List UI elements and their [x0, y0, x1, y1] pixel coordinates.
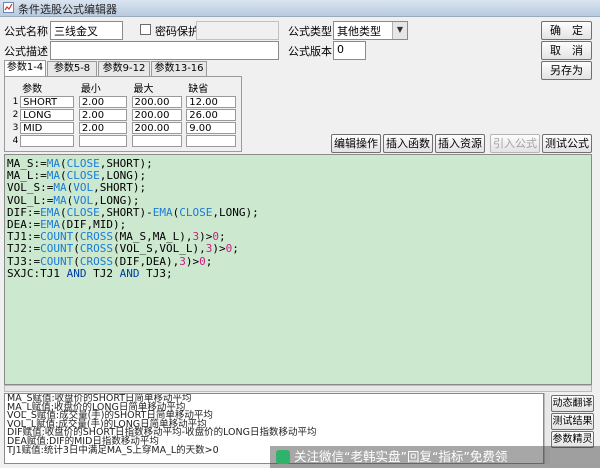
- formula-type-label: 公式类型: [288, 25, 332, 38]
- row-index: 3: [12, 122, 19, 133]
- row-index: 4: [12, 135, 19, 146]
- watermark-banner: 关注微信“老韩实盘”回复“指标”免费领: [270, 446, 600, 468]
- param-max-cell[interactable]: 200.00: [131, 95, 182, 108]
- wechat-icon: [276, 450, 290, 464]
- param-max-cell[interactable]: 200.00: [131, 121, 182, 134]
- param-name-cell[interactable]: SHORT: [20, 95, 75, 108]
- param-min-cell[interactable]: 2.00: [78, 108, 127, 121]
- table-row: 3 MID 2.00 200.00 9.00: [11, 121, 241, 134]
- formula-version-input[interactable]: 0: [333, 41, 366, 60]
- param-panel: 参数 最小 最大 缺省 1 SHORT 2.00 200.00 12.00 2 …: [4, 76, 242, 152]
- formula-desc-input[interactable]: [50, 41, 279, 60]
- test-formula-button[interactable]: 测试公式: [542, 134, 592, 153]
- formula-name-label: 公式名称: [4, 25, 48, 38]
- formula-name-input[interactable]: 三线金叉: [50, 21, 123, 40]
- password-label: 密码保护: [155, 25, 199, 38]
- param-table: 参数 最小 最大 缺省 1 SHORT 2.00 200.00 12.00 2 …: [11, 80, 241, 147]
- table-row: 4: [11, 134, 241, 147]
- param-name-cell[interactable]: MID: [20, 121, 75, 134]
- chevron-down-icon: ▼: [392, 22, 407, 39]
- formula-type-select[interactable]: 其他类型 ▼: [333, 21, 408, 40]
- dynamic-translate-button[interactable]: 动态翻译: [551, 395, 594, 412]
- param-default-cell[interactable]: 26.00: [186, 108, 237, 121]
- param-max-cell[interactable]: [131, 134, 182, 147]
- ok-button[interactable]: 确 定: [541, 21, 592, 40]
- code-line: TJ3:=COUNT(CROSS(DIF,DEA),3)>0;: [7, 254, 213, 268]
- row-index: 1: [12, 96, 19, 107]
- password-input[interactable]: [196, 21, 279, 40]
- param-default-cell[interactable]: 9.00: [186, 121, 237, 134]
- window-title: 条件选股公式编辑器: [18, 3, 117, 16]
- insert-function-button[interactable]: 插入函数: [383, 134, 433, 153]
- param-min-cell[interactable]: [78, 134, 127, 147]
- insert-resource-button[interactable]: 插入资源: [435, 134, 485, 153]
- code-line: SXJC:TJ1 AND TJ2 AND TJ3;: [7, 266, 173, 280]
- title-bar: 条件选股公式编辑器: [0, 0, 600, 17]
- save-as-button[interactable]: 另存为: [541, 61, 592, 80]
- param-min-cell[interactable]: 2.00: [78, 121, 127, 134]
- param-default-cell[interactable]: 12.00: [186, 95, 237, 108]
- code-line: VOL_S:=MA(VOL,SHORT);: [7, 181, 147, 195]
- import-formula-button[interactable]: 引入公式: [490, 134, 540, 153]
- formula-code-editor[interactable]: MA_S:=MA(CLOSE,SHORT); MA_L:=MA(CLOSE,LON…: [4, 154, 592, 385]
- tab-params-9-12[interactable]: 参数9-12: [98, 61, 150, 76]
- watermark-text: 关注微信“老韩实盘”回复“指标”免费领: [294, 449, 508, 464]
- table-row: 2 LONG 2.00 200.00 26.00: [11, 108, 241, 121]
- tab-params-13-16[interactable]: 参数13-16: [151, 61, 207, 76]
- formula-version-label: 公式版本: [288, 45, 332, 58]
- param-max-cell[interactable]: 200.00: [131, 108, 182, 121]
- tab-params-5-8[interactable]: 参数5-8: [47, 61, 97, 76]
- horizontal-scrollbar[interactable]: [4, 385, 592, 392]
- param-min-cell[interactable]: 2.00: [78, 95, 127, 108]
- test-result-button[interactable]: 测试结果: [551, 413, 594, 430]
- col-header-name: 参数: [22, 84, 43, 95]
- param-name-cell[interactable]: [20, 134, 75, 147]
- param-default-cell[interactable]: [186, 134, 237, 147]
- row-index: 2: [12, 109, 19, 120]
- col-header-max: 最大: [133, 84, 154, 95]
- formula-type-value: 其他类型: [337, 25, 381, 38]
- param-name-cell[interactable]: LONG: [20, 108, 75, 121]
- tab-params-1-4[interactable]: 参数1-4: [4, 60, 46, 77]
- col-header-default: 缺省: [188, 84, 209, 95]
- formula-desc-label: 公式描述: [4, 45, 48, 58]
- app-icon: [3, 2, 14, 13]
- col-header-min: 最小: [80, 84, 101, 95]
- table-row: 1 SHORT 2.00 200.00 12.00: [11, 95, 241, 108]
- cancel-button[interactable]: 取 消: [541, 41, 592, 60]
- password-checkbox[interactable]: [140, 24, 151, 35]
- edit-operation-button[interactable]: 编辑操作: [331, 134, 381, 153]
